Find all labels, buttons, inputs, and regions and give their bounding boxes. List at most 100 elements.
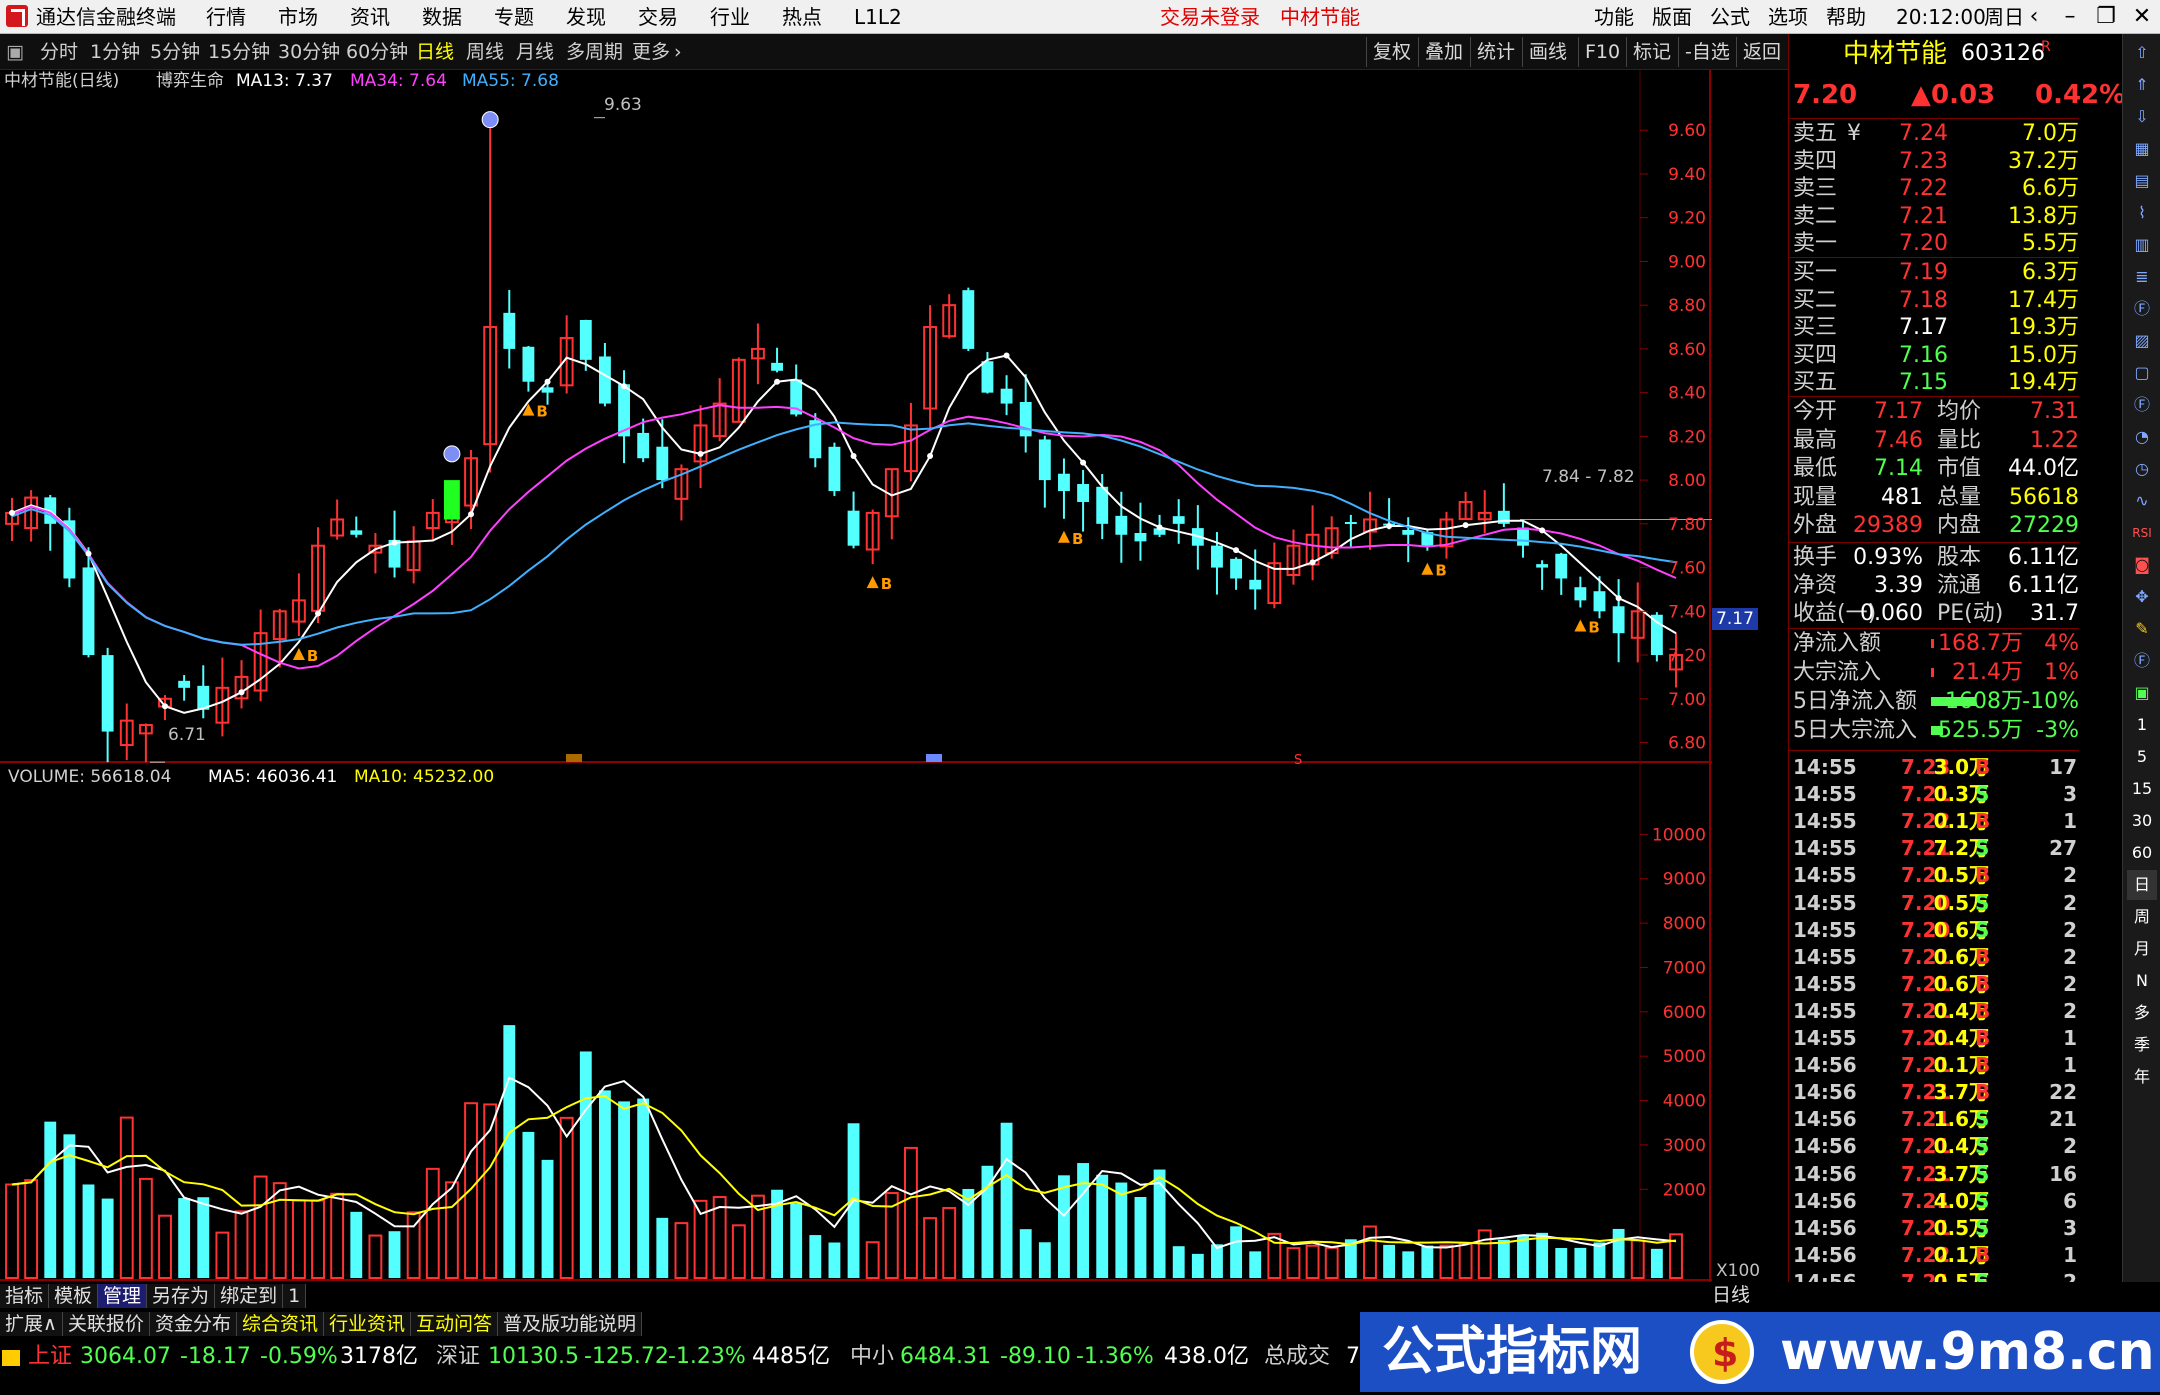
tab-guanli[interactable]: 管理 <box>98 1284 148 1308</box>
menu-hangqing[interactable]: 行情 <box>206 4 246 30</box>
menu-gongneng[interactable]: 功能 <box>1594 4 1634 30</box>
grid-icon[interactable]: ▦ <box>2127 134 2157 164</box>
tick-list[interactable]: 14:55 7.23 3.0万 B 17 14:55 7.21 0.3万 S 3 14:55 7.22… <box>1789 754 2079 1282</box>
tab-one[interactable]: 1 <box>283 1284 307 1308</box>
tab-lingcunwei[interactable]: 另存为 <box>147 1284 216 1308</box>
indicator-name[interactable]: 博弈生命 <box>156 70 224 92</box>
stamp-icon[interactable]: ◙ <box>2127 550 2157 580</box>
kline-chart-area[interactable]: B B B B B B S 9.60 9.40 9.20 9.00 8.80 8.60 8.40 8.20… <box>0 70 1760 1282</box>
period-15min[interactable]: 15分钟 <box>208 38 270 66</box>
period-5-label[interactable]: 5 <box>2127 742 2157 772</box>
btn-huaxian[interactable]: 画线 <box>1522 37 1573 67</box>
btn-zixuan[interactable]: -自选 <box>1678 37 1736 67</box>
period-season[interactable]: 季 <box>2127 1030 2157 1060</box>
period-daily[interactable]: 日线 <box>416 38 454 66</box>
btn-diejia[interactable]: 叠加 <box>1418 37 1469 67</box>
menu-jiaoyi[interactable]: 交易 <box>638 4 678 30</box>
btn-biaoji[interactable]: 标记 <box>1626 37 1677 67</box>
tab-hudongwenda[interactable]: 互动问答 <box>410 1312 498 1336</box>
tick-side: B <box>1975 809 1991 834</box>
kline-svg[interactable]: B B B B B B S 9.60 9.40 9.20 9.00 8.80 8.60 8.40 8.20… <box>0 70 1712 1282</box>
login-status[interactable]: 交易未登录 <box>1160 4 1260 30</box>
pie-icon[interactable]: ◔ <box>2127 422 2157 452</box>
menu-redian[interactable]: 热点 <box>782 4 822 30</box>
period-week[interactable]: 周 <box>2127 902 2157 932</box>
tab-muban[interactable]: 模板 <box>49 1284 99 1308</box>
period-60min[interactable]: 60分钟 <box>346 38 408 66</box>
menu-gongshi[interactable]: 公式 <box>1710 4 1750 30</box>
chart-bars-icon[interactable]: ▨ <box>2127 326 2157 356</box>
period-monthly[interactable]: 月线 <box>516 38 554 66</box>
period-weekly[interactable]: 周线 <box>466 38 504 66</box>
period-day[interactable]: 日 <box>2127 870 2157 900</box>
period-n[interactable]: N <box>2127 966 2157 996</box>
tab-guanlianbaojia[interactable]: 关联报价 <box>62 1312 150 1336</box>
line-chart-icon[interactable]: ⌇ <box>2127 198 2157 228</box>
green-box-icon[interactable]: ▣ <box>2127 678 2157 708</box>
menu-hangye[interactable]: 行业 <box>710 4 750 30</box>
doc-icon[interactable]: ▢ <box>2127 358 2157 388</box>
stat2-value: 0.93% <box>1853 545 1923 570</box>
menu-l1l2[interactable]: L1L2 <box>854 4 902 30</box>
candle-icon[interactable]: ▥ <box>2127 230 2157 260</box>
menu-shuju[interactable]: 数据 <box>422 4 462 30</box>
period-30[interactable]: 30 <box>2127 806 2157 836</box>
tab-zijinfenbu[interactable]: 资金分布 <box>149 1312 237 1336</box>
menu-banmian[interactable]: 版面 <box>1652 4 1692 30</box>
clock-icon[interactable]: ◷ <box>2127 454 2157 484</box>
arrow-down-icon[interactable]: ⇩ <box>2127 102 2157 132</box>
pencil-icon[interactable]: ✎ <box>2127 614 2157 644</box>
menu-shichang[interactable]: 市场 <box>278 4 318 30</box>
flow-label: 大宗流入 <box>1793 660 1882 685</box>
restore-icon[interactable]: ❐ <box>2088 2 2124 32</box>
f10-icon[interactable]: Ⓕ <box>2127 294 2157 324</box>
period-multi[interactable]: 多周期 <box>566 38 623 66</box>
period-month[interactable]: 月 <box>2127 934 2157 964</box>
table-icon[interactable]: ▤ <box>2127 166 2157 196</box>
period-more[interactable]: 更多 <box>632 38 670 66</box>
arrow-up-icon[interactable]: ⇧ <box>2127 38 2157 68</box>
period-fenshi[interactable]: 分时 <box>40 38 78 66</box>
minimize-icon[interactable]: – <box>2052 2 2088 32</box>
vol-tick-label: 8000 <box>1663 914 1706 934</box>
menu-zhuanti[interactable]: 专题 <box>494 4 534 30</box>
period-60[interactable]: 60 <box>2127 838 2157 868</box>
chevron-right-icon[interactable]: › <box>674 38 682 66</box>
btn-f10[interactable]: F10 <box>1578 37 1626 67</box>
period-1-label[interactable]: 1 <box>2127 710 2157 740</box>
f2-icon[interactable]: Ⓕ <box>2127 390 2157 420</box>
tab-hangyezixun[interactable]: 行业资讯 <box>323 1312 411 1336</box>
period-15[interactable]: 15 <box>2127 774 2157 804</box>
list-icon[interactable]: ≣ <box>2127 262 2157 292</box>
menu-zixun[interactable]: 资讯 <box>350 4 390 30</box>
btn-fuquan[interactable]: 复权 <box>1366 37 1417 67</box>
panel-toggle-icon[interactable]: ▣ <box>6 38 24 66</box>
period-year[interactable]: 年 <box>2127 1062 2157 1092</box>
tab-pujiban[interactable]: 普及版功能说明 <box>498 1312 643 1336</box>
rsi-icon[interactable]: RSI <box>2127 518 2157 548</box>
arrow-up-outline-icon[interactable]: ⇑ <box>2127 70 2157 100</box>
tab-kuozhan[interactable]: 扩展∧ <box>0 1312 63 1336</box>
period-5min[interactable]: 5分钟 <box>150 38 200 66</box>
btn-tongji[interactable]: 统计 <box>1470 37 1521 67</box>
close-icon[interactable]: ✕ <box>2124 2 2160 32</box>
volume-bar-down <box>618 1101 630 1278</box>
menu-xuanxiang[interactable]: 选项 <box>1768 4 1808 30</box>
period-1min[interactable]: 1分钟 <box>90 38 140 66</box>
move-icon[interactable]: ✥ <box>2127 582 2157 612</box>
tick-row: 14:55 7.20 0.5万 S 2 <box>1791 890 2079 917</box>
fs-icon[interactable]: Ⓕ <box>2127 646 2157 676</box>
tab-zonghezixun[interactable]: 综合资讯 <box>236 1312 324 1336</box>
menu-faxian[interactable]: 发现 <box>566 4 606 30</box>
tab-zhibiao[interactable]: 指标 <box>0 1284 50 1308</box>
back-arrow-icon[interactable]: ‹ <box>2016 2 2052 32</box>
tab-bangdingdao[interactable]: 绑定到 <box>215 1284 284 1308</box>
tick-count: 2 <box>2063 1134 2077 1159</box>
menu-bangzhu[interactable]: 帮助 <box>1826 4 1866 30</box>
period-multi[interactable]: 多 <box>2127 998 2157 1028</box>
period-30min[interactable]: 30分钟 <box>278 38 340 66</box>
index-ticker-bar[interactable]: 上证 3064.07 -18.17 -0.59% 3178亿 深证 10130.… <box>0 1342 1360 1372</box>
wave-icon[interactable]: ∿ <box>2127 486 2157 516</box>
btn-fanhui[interactable]: 返回 <box>1736 37 1787 67</box>
volume-bar-down <box>1230 1226 1243 1278</box>
